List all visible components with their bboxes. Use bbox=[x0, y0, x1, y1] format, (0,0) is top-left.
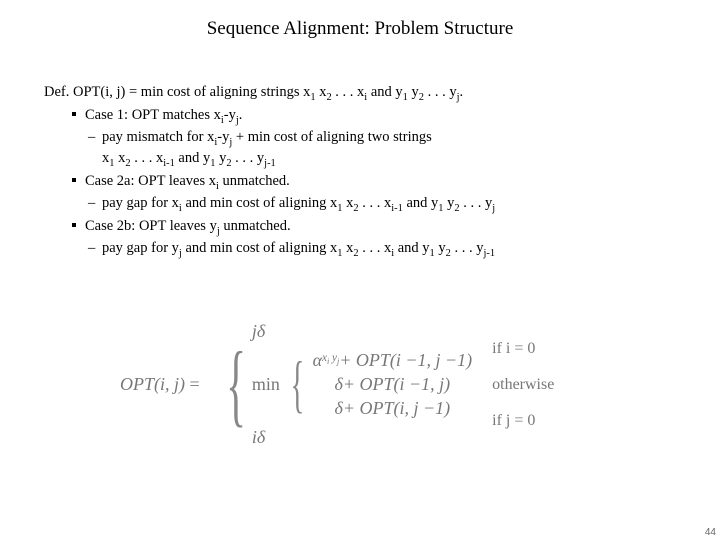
def-label: Def. bbox=[44, 84, 69, 100]
case-2b-detail: pay gap for yj and min cost of aligning … bbox=[44, 238, 700, 259]
def-text: OPT(i, j) = min cost of aligning strings… bbox=[73, 84, 463, 100]
inner-brace-icon: { bbox=[290, 362, 304, 407]
bullet-icon bbox=[72, 173, 85, 189]
case-2a: Case 2a: OPT leaves xi unmatched. bbox=[44, 171, 700, 192]
case-1: Case 1: OPT matches xi-yj. bbox=[44, 105, 700, 126]
formula-lhs: OPT(i, j) = bbox=[120, 374, 214, 395]
bullet-icon bbox=[72, 107, 85, 123]
case-1-detail: pay mismatch for xi-yj + min cost of ali… bbox=[44, 127, 700, 148]
bullet-icon bbox=[72, 218, 85, 234]
case-2b: Case 2b: OPT leaves yj unmatched. bbox=[44, 216, 700, 237]
case-1-detail-cont: x1 x2 . . . xi-1 and y1 y2 . . . yj-1 bbox=[44, 148, 700, 169]
formula-case-i0: jδ bbox=[252, 321, 472, 342]
definition-line: Def. OPT(i, j) = min cost of aligning st… bbox=[44, 82, 700, 103]
formula-conditions: if i = 0 otherwise if j = 0 bbox=[492, 340, 554, 430]
slide-title: Sequence Alignment: Problem Structure bbox=[0, 18, 720, 40]
recurrence-formula: OPT(i, j) = { jδ min { αxi yj + OPT(i −1… bbox=[120, 315, 600, 454]
formula-case-j0: iδ bbox=[252, 427, 472, 448]
page-number: 44 bbox=[705, 527, 716, 538]
left-brace-icon: { bbox=[226, 350, 246, 419]
formula-case-otherwise: min { αxi yj + OPT(i −1, j −1) δ + OPT(i… bbox=[252, 350, 472, 419]
case-2a-detail: pay gap for xi and min cost of aligning … bbox=[44, 193, 700, 214]
formula-cases: jδ min { αxi yj + OPT(i −1, j −1) δ + OP… bbox=[252, 315, 472, 454]
slide-body: Def. OPT(i, j) = min cost of aligning st… bbox=[44, 82, 700, 259]
